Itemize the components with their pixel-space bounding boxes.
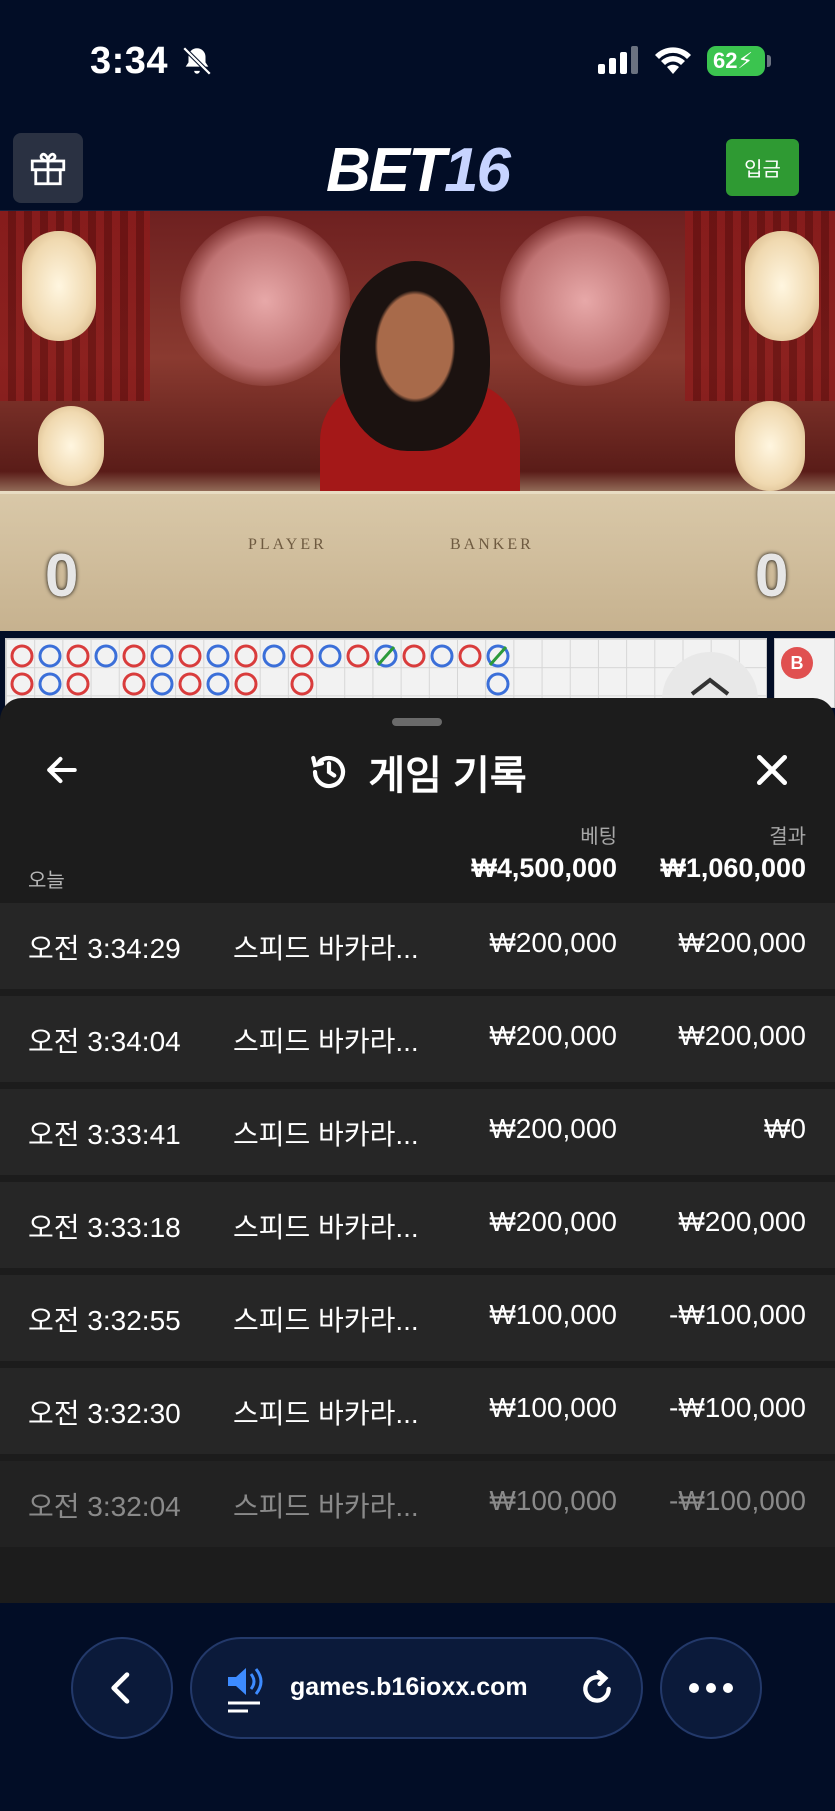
speaker-icon[interactable] <box>226 1665 266 1715</box>
baccarat-table <box>0 491 835 631</box>
row-game: 스피드 바카라... <box>233 1026 419 1057</box>
row-time: 오전 3:32:04 <box>28 1491 181 1522</box>
lantern <box>22 231 96 341</box>
total-bet: ₩4,500,000 <box>471 853 617 883</box>
row-bet: ₩200,000 <box>489 1206 617 1237</box>
row-result: ₩200,000 <box>678 1020 806 1051</box>
signal-icon <box>598 46 638 74</box>
browser-back-button[interactable] <box>71 1637 173 1739</box>
status-time: 3:34 <box>90 40 169 82</box>
more-icon <box>689 1683 733 1693</box>
history-row[interactable]: 오전 3:34:29 스피드 바카라... ₩200,000 ₩200,000 <box>0 903 835 989</box>
reload-icon[interactable] <box>577 1669 617 1709</box>
blossom-right <box>500 216 670 386</box>
browser-toolbar: games.b16ioxx.com <box>0 1603 835 1811</box>
row-result: ₩200,000 <box>678 927 806 958</box>
address-bar[interactable]: games.b16ioxx.com <box>190 1637 643 1739</box>
history-row[interactable]: 오전 3:34:04 스피드 바카라... ₩200,000 ₩200,000 <box>0 996 835 1082</box>
banker-badge: B <box>781 647 813 679</box>
row-result: -₩100,000 <box>669 1392 806 1423</box>
logo-number: 16 <box>444 136 511 205</box>
row-game: 스피드 바카라... <box>233 1119 419 1150</box>
row-bet: ₩200,000 <box>489 1113 617 1144</box>
lantern <box>38 406 104 486</box>
row-time: 오전 3:32:55 <box>28 1305 181 1336</box>
history-row[interactable]: 오전 3:33:41 스피드 바카라... ₩200,000 ₩0 <box>0 1089 835 1175</box>
row-bet: ₩100,000 <box>489 1485 617 1516</box>
row-bet: ₩100,000 <box>489 1392 617 1423</box>
player-score: 0 <box>45 542 79 609</box>
history-row[interactable]: 오전 3:32:55 스피드 바카라... ₩100,000 -₩100,000 <box>0 1275 835 1361</box>
history-row[interactable]: 오전 3:33:18 스피드 바카라... ₩200,000 ₩200,000 <box>0 1182 835 1268</box>
row-time: 오전 3:34:04 <box>28 1026 181 1057</box>
row-bet: ₩200,000 <box>489 927 617 958</box>
close-button[interactable] <box>748 746 796 794</box>
banker-score: 0 <box>755 542 789 609</box>
battery-indicator: 62 ⚡ <box>707 46 765 76</box>
lantern <box>745 231 819 341</box>
panel-title-text: 게임 기록 <box>368 754 527 798</box>
bell-slash-icon <box>182 46 212 76</box>
deposit-button[interactable]: 입금 <box>726 139 799 196</box>
history-icon <box>311 755 346 789</box>
game-history-panel: 게임 기록 베팅 결과 오늘 ₩4,500,000 ₩1,060,000 오전 … <box>0 698 835 1603</box>
row-game: 스피드 바카라... <box>233 933 419 964</box>
battery-cap <box>767 55 771 67</box>
history-row[interactable]: 오전 3:32:04 스피드 바카라... ₩100,000 -₩100,000 <box>0 1461 835 1547</box>
row-game: 스피드 바카라... <box>233 1305 419 1336</box>
row-result: -₩100,000 <box>669 1299 806 1330</box>
row-bet: ₩200,000 <box>489 1020 617 1051</box>
table-label-player: PLAYER <box>248 536 327 553</box>
url-text: games.b16ioxx.com <box>290 1673 528 1701</box>
status-bar: 3:34 62 ⚡ <box>0 0 835 125</box>
drag-handle[interactable] <box>392 718 442 726</box>
row-game: 스피드 바카라... <box>233 1491 419 1522</box>
logo-prefix: BET <box>326 136 446 205</box>
blossom-left <box>180 216 350 386</box>
column-header-result: 결과 <box>769 826 806 848</box>
dealer-head <box>340 261 490 451</box>
more-options-button[interactable] <box>660 1637 762 1739</box>
chevron-left-icon <box>111 1672 130 1704</box>
row-game: 스피드 바카라... <box>233 1398 419 1429</box>
live-video[interactable]: PLAYER BANKER 0 0 <box>0 211 835 631</box>
brand-logo[interactable]: BET16 <box>0 135 835 206</box>
row-time: 오전 3:33:41 <box>28 1119 181 1150</box>
app-header: BET16 입금 <box>0 125 835 211</box>
row-result: ₩0 <box>764 1113 806 1144</box>
close-icon <box>756 754 788 786</box>
column-header-bet: 베팅 <box>580 826 617 848</box>
row-result: ₩200,000 <box>678 1206 806 1237</box>
panel-title: 게임 기록 <box>0 743 835 801</box>
history-row[interactable]: 오전 3:32:30 스피드 바카라... ₩100,000 -₩100,000 <box>0 1368 835 1454</box>
battery-level: 62 <box>713 48 738 73</box>
row-bet: ₩100,000 <box>489 1299 617 1330</box>
lantern <box>735 401 805 491</box>
row-result: -₩100,000 <box>669 1485 806 1516</box>
table-label-banker: BANKER <box>450 536 534 553</box>
wifi-icon <box>655 47 691 74</box>
total-result: ₩1,060,000 <box>660 853 806 883</box>
date-group-label: 오늘 <box>28 870 65 892</box>
row-time: 오전 3:33:18 <box>28 1212 181 1243</box>
row-game: 스피드 바카라... <box>233 1212 419 1243</box>
row-time: 오전 3:32:30 <box>28 1398 181 1429</box>
row-time: 오전 3:34:29 <box>28 933 181 964</box>
